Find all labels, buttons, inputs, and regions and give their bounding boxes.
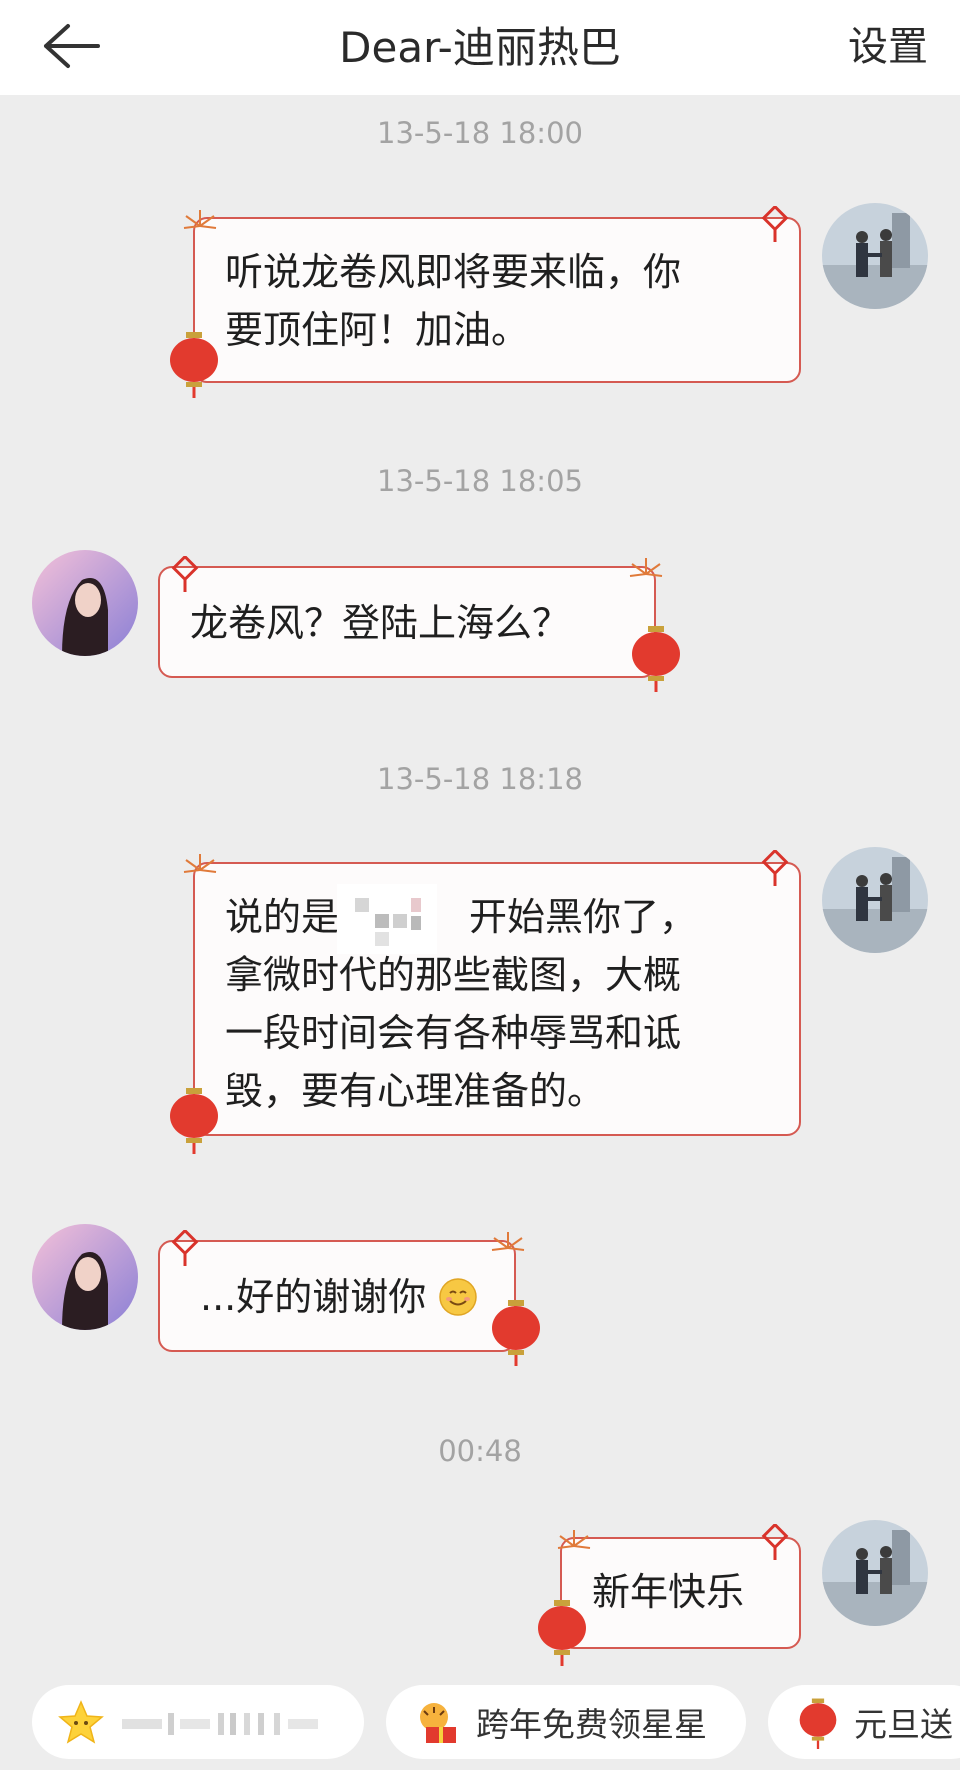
message-line: 龙卷风？登陆上海么？ bbox=[190, 601, 571, 645]
message-text: ...好的谢谢你 bbox=[200, 1268, 484, 1326]
shortcut-pill-new-year-gift[interactable]: 元旦送 bbox=[768, 1685, 960, 1759]
timestamp: 13-5-18 18:00 bbox=[377, 116, 583, 150]
chinese-knot-icon bbox=[171, 1230, 199, 1266]
lantern-icon bbox=[170, 332, 218, 398]
message-text: 听说龙卷风即将要来临，你 要顶住阿！加油。 bbox=[225, 243, 769, 359]
message-bubble-outgoing[interactable]: 听说龙卷风即将要来临，你 要顶住阿！加油。 bbox=[193, 217, 801, 383]
message-line: 说的是 开始黑你了， bbox=[225, 888, 769, 946]
chinese-knot-icon bbox=[761, 1524, 789, 1560]
star-icon bbox=[58, 1700, 104, 1744]
timestamp: 00:48 bbox=[438, 1434, 522, 1468]
chat-title: Dear-迪丽热巴 bbox=[339, 23, 621, 72]
avatar-photo-icon bbox=[822, 847, 928, 953]
contact-avatar[interactable] bbox=[32, 1224, 138, 1330]
message-text: 说的是 开始黑你了， 拿微时代的那些截图，大概 一段时间会有各种辱骂和诋 毁，要有… bbox=[225, 888, 769, 1120]
contact-avatar[interactable] bbox=[32, 550, 138, 656]
blurred-text-icon bbox=[122, 1713, 318, 1735]
shortcut-label: 跨年免费领星星 bbox=[476, 1705, 707, 1744]
shortcut-pill-star[interactable] bbox=[32, 1685, 364, 1759]
my-avatar[interactable] bbox=[822, 203, 928, 309]
message-text: 龙卷风？登陆上海么？ bbox=[190, 594, 624, 652]
message-text: 新年快乐 bbox=[592, 1563, 769, 1621]
message-bubble-incoming[interactable]: ...好的谢谢你 bbox=[158, 1240, 516, 1352]
message-line: 要顶住阿！加油。 bbox=[225, 308, 530, 352]
message-fragment: 说的是 bbox=[225, 895, 340, 939]
chinese-knot-icon bbox=[171, 556, 199, 592]
my-avatar[interactable] bbox=[822, 847, 928, 953]
mosaic-blur-icon bbox=[355, 898, 421, 946]
message-line: ...好的谢谢你 bbox=[200, 1275, 427, 1319]
firework-decoration-icon bbox=[491, 1232, 525, 1251]
firework-decoration-icon bbox=[629, 558, 663, 577]
firework-decoration-icon bbox=[183, 854, 217, 873]
message-bubble-incoming[interactable]: 龙卷风？登陆上海么？ bbox=[158, 566, 656, 678]
lantern-icon bbox=[799, 1698, 837, 1749]
settings-button[interactable]: 设置 bbox=[848, 14, 928, 72]
firework-decoration-icon bbox=[183, 210, 217, 229]
chinese-knot-icon bbox=[761, 850, 789, 886]
lantern-icon bbox=[492, 1300, 540, 1366]
message-line: 新年快乐 bbox=[592, 1570, 745, 1614]
message-line: 拿微时代的那些截图，大概 bbox=[225, 953, 682, 997]
message-line: 听说龙卷风即将要来临，你 bbox=[225, 250, 682, 294]
lantern-icon bbox=[538, 1600, 586, 1666]
lantern-icon bbox=[632, 626, 680, 692]
timestamp: 13-5-18 18:05 bbox=[377, 464, 583, 498]
avatar-photo-icon bbox=[822, 1520, 928, 1626]
message-line: 毁，要有心理准备的。 bbox=[225, 1069, 606, 1113]
firework-decoration-icon bbox=[557, 1530, 591, 1549]
shortcut-label: 元旦送 bbox=[854, 1705, 953, 1744]
shortcut-pill-free-stars[interactable]: 跨年免费领星星 bbox=[386, 1685, 746, 1759]
my-avatar[interactable] bbox=[822, 1520, 928, 1626]
message-fragment: 开始黑你了， bbox=[469, 895, 698, 939]
message-bubble-outgoing[interactable]: 说的是 开始黑你了， 拿微时代的那些截图，大概 一段时间会有各种辱骂和诋 毁，要有… bbox=[193, 862, 801, 1136]
smile-emoji-icon bbox=[439, 1278, 478, 1316]
avatar-photo-icon bbox=[32, 550, 138, 656]
tiger-gift-icon bbox=[420, 1703, 456, 1743]
avatar-photo-icon bbox=[32, 1224, 138, 1330]
timestamp: 13-5-18 18:18 bbox=[377, 762, 583, 796]
top-bar: Dear-迪丽热巴 设置 bbox=[0, 0, 960, 95]
chinese-knot-icon bbox=[761, 206, 789, 242]
lantern-icon bbox=[170, 1088, 218, 1154]
message-line: 一段时间会有各种辱骂和诋 bbox=[225, 1011, 682, 1055]
avatar-photo-icon bbox=[822, 203, 928, 309]
